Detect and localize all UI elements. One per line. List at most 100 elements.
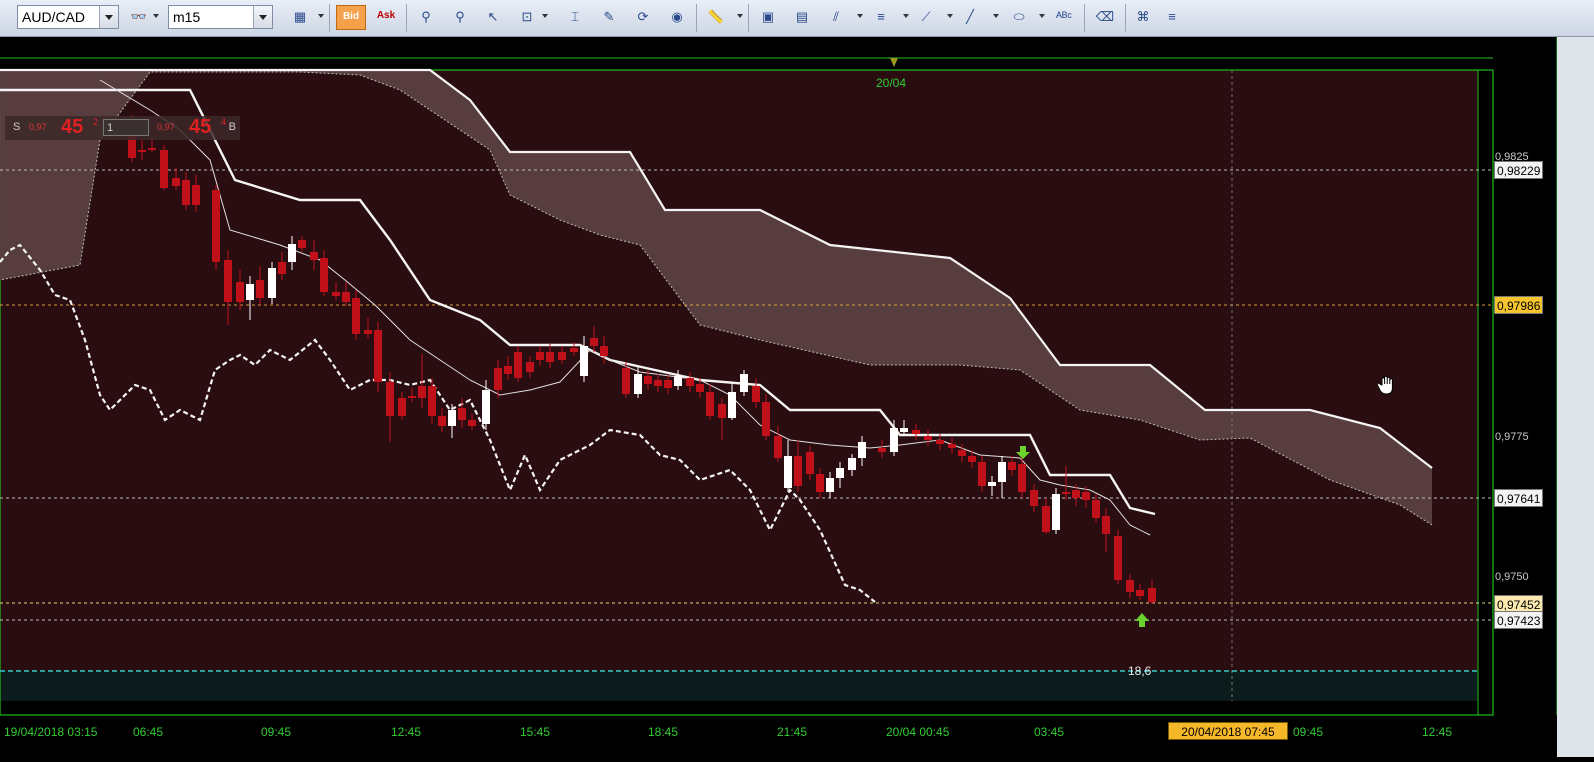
- candle-bull: [268, 268, 276, 298]
- dropdown-arrow-icon[interactable]: [947, 14, 953, 18]
- candle-bear: [816, 474, 824, 492]
- candle-bear: [342, 292, 350, 302]
- fibonacci-icon[interactable]: ⫽: [825, 6, 847, 28]
- dropdown-arrow-icon[interactable]: [857, 14, 863, 18]
- time-tick: 03:45: [1034, 725, 1065, 739]
- candle-bear: [1092, 500, 1100, 518]
- candle-bear: [438, 416, 446, 426]
- candle-bear: [172, 178, 180, 186]
- lot-size-input[interactable]: 1: [103, 119, 149, 136]
- timeframe-select[interactable]: m15: [168, 5, 273, 29]
- candle-bear: [644, 376, 652, 384]
- chevron-down-icon[interactable]: [99, 6, 118, 28]
- candle-bull: [580, 346, 588, 376]
- dropdown-arrow-icon[interactable]: [993, 14, 999, 18]
- candle-bear: [752, 386, 760, 402]
- dropdown-arrow-icon[interactable]: [1039, 14, 1045, 18]
- chevron-down-icon[interactable]: [253, 6, 272, 28]
- candle-bull: [740, 374, 748, 392]
- candle-bull: [890, 428, 898, 452]
- bid-button[interactable]: Bid: [336, 5, 366, 30]
- text-tool-icon[interactable]: ᴬᴮᶜ: [1053, 6, 1075, 28]
- symbol-select[interactable]: AUD/CAD: [17, 5, 119, 29]
- candle-bear: [398, 398, 406, 416]
- candle-bear: [298, 240, 306, 248]
- candle-bear: [664, 380, 672, 388]
- price-tick: 0,9775: [1495, 431, 1529, 443]
- price-label-2: 0,97641: [1494, 489, 1544, 507]
- candle-bull: [288, 244, 296, 262]
- glasses-icon[interactable]: 👓: [128, 6, 150, 28]
- buy-price-prefix: 0,97: [157, 122, 175, 132]
- ellipse-icon[interactable]: ⬭: [1008, 6, 1030, 28]
- ruler-icon[interactable]: 📏: [705, 6, 727, 28]
- buy-price-pip: 4: [221, 117, 227, 127]
- candle-bear: [1126, 580, 1134, 592]
- candle-bull: [728, 392, 736, 418]
- candle-bear: [622, 368, 630, 394]
- time-tick: 06:45: [133, 725, 164, 739]
- dropdown-arrow-icon[interactable]: [737, 14, 743, 18]
- dropdown-arrow-icon[interactable]: [153, 14, 159, 18]
- candle-bear: [364, 330, 372, 334]
- dropdown-arrow-icon[interactable]: [542, 14, 548, 18]
- candle-bear: [192, 185, 200, 205]
- lines-icon[interactable]: ≡: [870, 6, 892, 28]
- candle-bear: [504, 366, 512, 374]
- refresh-icon[interactable]: ⟳: [632, 6, 654, 28]
- cursor-icon[interactable]: ↖: [482, 6, 504, 28]
- candle-bear: [762, 402, 770, 436]
- zoom-in-icon[interactable]: ⚲: [415, 6, 437, 28]
- time-tick: 19/04/2018 03:15: [4, 725, 98, 739]
- candle-bear: [332, 292, 340, 296]
- sell-label[interactable]: S: [13, 121, 20, 133]
- comment-icon[interactable]: ✎: [598, 6, 620, 28]
- more-options-icon[interactable]: ≡: [1161, 6, 1183, 28]
- candle-bear: [278, 262, 286, 274]
- trendline-icon[interactable]: ╱: [959, 6, 981, 28]
- buy-label[interactable]: B: [229, 121, 236, 133]
- chart-canvas[interactable]: [0, 37, 1594, 757]
- zoom-out-icon[interactable]: ⚲: [449, 6, 471, 28]
- dropdown-arrow-icon[interactable]: [903, 14, 909, 18]
- candle-bull: [826, 478, 834, 492]
- candle-bear: [558, 352, 566, 360]
- dropdown-arrow-icon[interactable]: [318, 14, 324, 18]
- candle-bear: [148, 148, 156, 150]
- indicator-icon[interactable]: ▤: [791, 6, 813, 28]
- zoom-range-icon[interactable]: ⊡: [516, 6, 538, 28]
- timeframe-value: m15: [173, 9, 201, 25]
- chart-area[interactable]: 20/04 S 0,97 45 2 1 0,97 45 4 B 18,6: [0, 37, 1594, 757]
- candle-bear: [590, 338, 598, 346]
- crosshair-icon[interactable]: ⌶: [564, 6, 586, 28]
- candle-bear: [256, 280, 264, 298]
- candle-bull: [998, 462, 1006, 482]
- candle-bull: [246, 284, 254, 300]
- time-tick: 09:45: [1293, 725, 1324, 739]
- candle-bull: [1052, 494, 1060, 530]
- buy-price-big[interactable]: 45: [189, 116, 211, 139]
- fan-icon[interactable]: ⟋: [915, 6, 937, 28]
- globe-icon[interactable]: ◉: [666, 6, 688, 28]
- ask-button[interactable]: Ask: [372, 5, 400, 30]
- candle-bull: [448, 410, 456, 426]
- separator: [329, 4, 330, 32]
- separator: [1084, 4, 1085, 32]
- candle-bear: [1018, 464, 1026, 492]
- sell-price-big[interactable]: 45: [61, 116, 83, 139]
- chart-type-icon[interactable]: ▦: [289, 6, 311, 28]
- candle-bull: [784, 456, 792, 488]
- network-icon[interactable]: ⌘: [1132, 6, 1154, 28]
- candle-bear: [718, 404, 726, 418]
- candle-bear: [386, 382, 394, 416]
- candle-bear: [696, 384, 704, 392]
- time-tick: 20/04 00:45: [886, 725, 950, 739]
- candle-bear: [182, 180, 190, 205]
- image-icon[interactable]: ▣: [757, 6, 779, 28]
- candle-bear: [936, 440, 944, 444]
- right-scroll-strip[interactable]: [1557, 37, 1594, 757]
- candle-bear: [468, 420, 476, 426]
- eraser-icon[interactable]: ⌫: [1094, 6, 1116, 28]
- candle-bear: [570, 348, 578, 352]
- candle-bear: [514, 352, 522, 378]
